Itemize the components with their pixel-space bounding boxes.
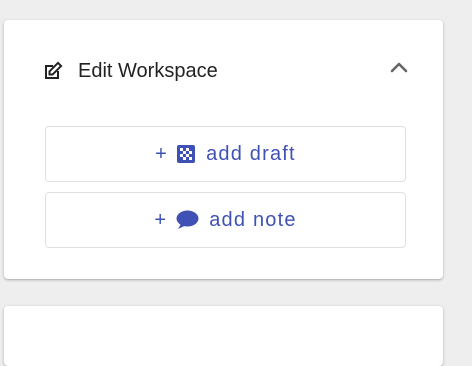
add-note-button[interactable]: + add note [45,192,406,248]
checkerboard-icon [176,144,196,164]
next-panel [4,306,443,366]
edit-workspace-panel: Edit Workspace + add draft + add note [4,20,443,279]
add-draft-label: add draft [206,142,296,165]
chevron-up-icon[interactable] [386,55,412,81]
plus-text: + [154,208,168,231]
plus-text: + [155,142,169,165]
add-draft-button[interactable]: + add draft [45,126,406,182]
panel-header[interactable]: Edit Workspace [4,20,443,122]
speech-bubble-icon [175,210,199,230]
panel-title: Edit Workspace [78,60,218,82]
add-note-label: add note [209,208,297,231]
edit-icon [42,60,64,82]
